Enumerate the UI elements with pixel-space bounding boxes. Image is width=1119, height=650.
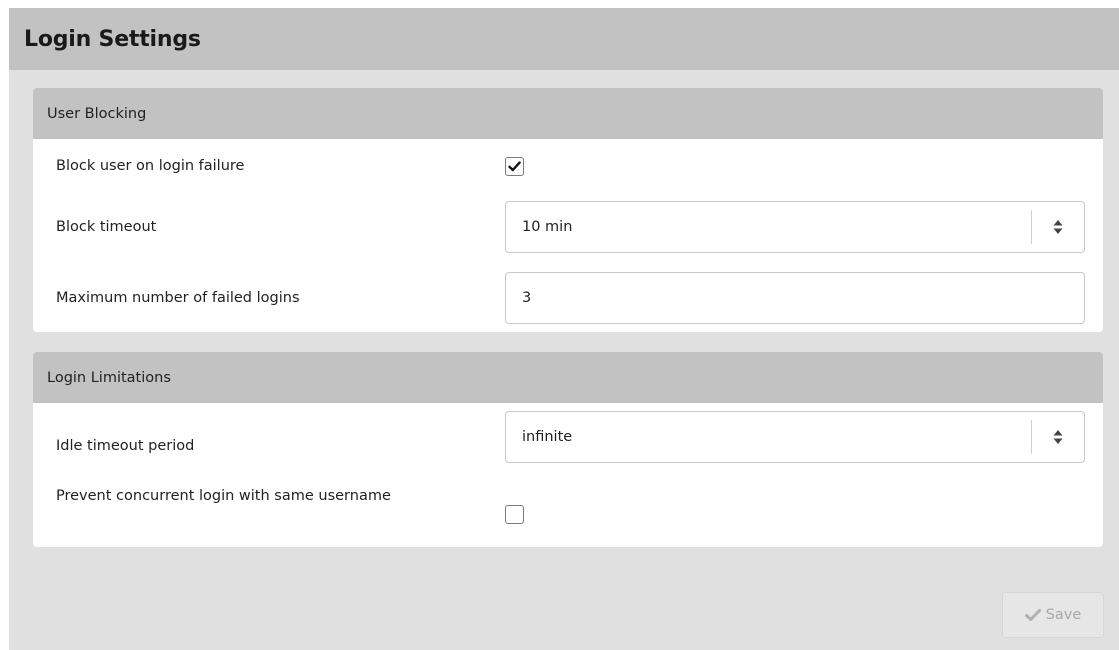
- max-failed-logins-label: Maximum number of failed logins: [56, 290, 300, 306]
- block-on-failure-row: Block user on login failure: [33, 139, 1103, 194]
- checkmark-icon: [508, 161, 521, 172]
- user-blocking-panel: User Blocking Block user on login failur…: [33, 88, 1103, 332]
- max-failed-logins-row: Maximum number of failed logins 3: [33, 260, 1103, 332]
- select-arrows-icon[interactable]: [1031, 210, 1084, 244]
- title-bar: Login Settings: [9, 8, 1119, 70]
- block-on-failure-label: Block user on login failure: [56, 158, 245, 174]
- idle-timeout-select[interactable]: infinite: [505, 411, 1085, 463]
- save-button[interactable]: Save: [1002, 592, 1104, 638]
- prevent-concurrent-label: Prevent concurrent login with same usern…: [56, 488, 391, 504]
- prevent-concurrent-row: Prevent concurrent login with same usern…: [33, 473, 1103, 547]
- idle-timeout-label: Idle timeout period: [56, 438, 195, 454]
- login-limitations-header: Login Limitations: [33, 352, 1103, 403]
- page-title: Login Settings: [24, 26, 201, 52]
- max-failed-logins-value: 3: [522, 290, 532, 306]
- prevent-concurrent-checkbox[interactable]: [505, 505, 524, 524]
- block-on-failure-checkbox[interactable]: [505, 157, 524, 176]
- idle-timeout-value: infinite: [522, 429, 573, 445]
- block-timeout-row: Block timeout 10 min: [33, 194, 1103, 260]
- login-limitations-panel: Login Limitations Idle timeout period in…: [33, 352, 1103, 547]
- save-button-label: Save: [1045, 607, 1082, 623]
- block-timeout-select[interactable]: 10 min: [505, 201, 1085, 253]
- max-failed-logins-input[interactable]: 3: [505, 272, 1085, 324]
- block-timeout-value: 10 min: [522, 219, 573, 235]
- select-arrows-icon[interactable]: [1031, 420, 1084, 454]
- idle-timeout-row: Idle timeout period infinite: [33, 403, 1103, 473]
- user-blocking-header: User Blocking: [33, 88, 1103, 139]
- login-settings-page: Login Settings User Blocking Block user …: [9, 8, 1119, 650]
- block-timeout-label: Block timeout: [56, 219, 157, 235]
- checkmark-icon: [1024, 609, 1041, 621]
